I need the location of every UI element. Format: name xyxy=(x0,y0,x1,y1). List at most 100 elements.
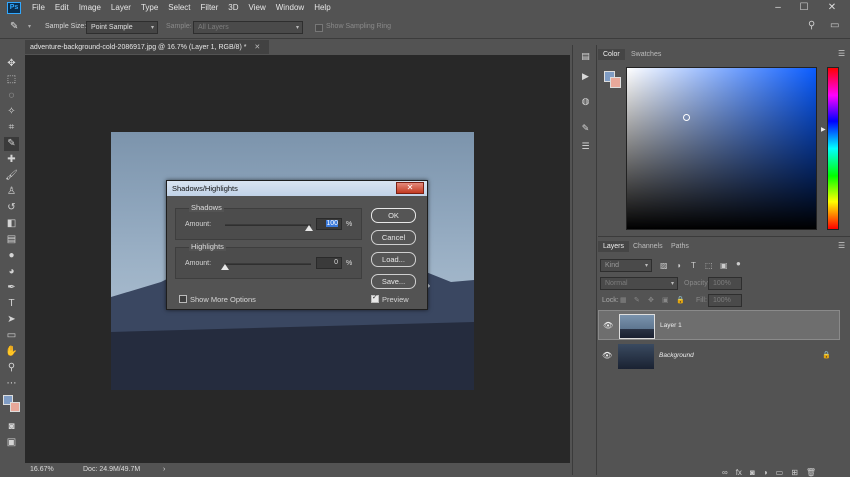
gradient-tool-icon[interactable]: ▤ xyxy=(4,233,19,247)
menu-file[interactable]: File xyxy=(27,0,50,16)
clone-stamp-tool-icon[interactable]: ♙ xyxy=(4,185,19,199)
color-picker-cursor[interactable] xyxy=(683,114,690,121)
close-dialog-button[interactable]: ✕ xyxy=(396,182,424,194)
tab-swatches[interactable]: Swatches xyxy=(626,49,666,60)
visibility-eye-icon[interactable]: 👁 xyxy=(603,321,613,330)
brush-settings-icon[interactable]: ✎ xyxy=(579,122,592,134)
menu-edit[interactable]: Edit xyxy=(50,0,74,16)
sample-size-select[interactable]: Point Sample ▾ xyxy=(86,21,158,34)
history-panel-icon[interactable]: ▤ xyxy=(579,50,592,62)
hue-slider-handle[interactable]: ▶ xyxy=(821,126,826,133)
layer-style-icon[interactable]: fx xyxy=(736,468,742,477)
dodge-tool-icon[interactable]: ◕ xyxy=(4,265,19,279)
filter-kind-select[interactable]: Kind ▾ xyxy=(600,259,652,272)
new-group-icon[interactable]: ▭ xyxy=(776,468,784,477)
tab-color[interactable]: Color xyxy=(598,49,625,60)
opacity-input[interactable]: 100% xyxy=(708,277,742,290)
adjustment-layer-icon[interactable]: ◑ xyxy=(763,468,768,477)
fill-input[interactable]: 100% xyxy=(708,294,742,307)
history-brush-tool-icon[interactable]: ↺ xyxy=(4,201,19,215)
ok-button[interactable]: OK xyxy=(371,208,416,223)
tool-preset-chevron-icon[interactable]: ▾ xyxy=(28,23,31,30)
panel-menu-icon[interactable]: ☰ xyxy=(838,49,845,58)
lock-all-icon[interactable]: 🔒 xyxy=(676,296,685,304)
lock-position-icon[interactable]: ✥ xyxy=(648,296,654,304)
menu-window[interactable]: Window xyxy=(271,0,309,16)
cancel-button[interactable]: Cancel xyxy=(371,230,416,245)
status-menu-chevron-icon[interactable]: › xyxy=(163,466,165,473)
menu-select[interactable]: Select xyxy=(163,0,195,16)
dialog-title-bar[interactable]: Shadows/Highlights xyxy=(167,181,427,196)
lock-image-icon[interactable]: ✎ xyxy=(634,296,640,304)
blur-tool-icon[interactable]: ● xyxy=(4,249,19,263)
pen-tool-icon[interactable]: ✒ xyxy=(4,281,19,295)
quick-select-tool-icon[interactable]: ✧ xyxy=(4,105,19,119)
preview-checkbox[interactable] xyxy=(371,293,379,303)
screen-mode-icon[interactable]: ▣ xyxy=(4,436,19,450)
properties-panel-icon[interactable]: ☰ xyxy=(579,140,592,152)
brush-tool-icon[interactable]: 🖌 xyxy=(4,169,19,183)
delete-layer-icon[interactable]: 🗑 xyxy=(806,468,816,477)
panel-menu-icon[interactable]: ☰ xyxy=(838,241,845,250)
zoom-tool-icon[interactable]: ⚲ xyxy=(4,361,19,375)
workspace-icon[interactable]: ▭ xyxy=(830,20,839,31)
load-button[interactable]: Load... xyxy=(371,252,416,267)
filter-smart-object-icon[interactable]: ▣ xyxy=(720,261,728,270)
filter-toggle-icon[interactable]: ● xyxy=(736,259,741,268)
tab-channels[interactable]: Channels xyxy=(628,241,668,252)
color-picker-field[interactable] xyxy=(626,67,817,230)
adjustments-panel-icon[interactable]: ◍ xyxy=(579,95,592,107)
lock-transparent-icon[interactable]: ▦ xyxy=(620,296,627,304)
menu-layer[interactable]: Layer xyxy=(106,0,136,16)
hand-tool-icon[interactable]: ✋ xyxy=(4,345,19,359)
search-icon[interactable]: ⚲ xyxy=(808,20,815,31)
menu-filter[interactable]: Filter xyxy=(196,0,224,16)
maximize-icon[interactable]: ☐ xyxy=(792,0,816,16)
visibility-eye-icon[interactable]: 👁 xyxy=(602,351,612,360)
layer-row[interactable]: 👁 Layer 1 xyxy=(598,310,840,340)
more-tools-icon[interactable]: ⋯ xyxy=(4,377,19,391)
document-tab[interactable]: adventure-background-cold-2086917.jpg @ … xyxy=(25,40,269,54)
background-color-swatch[interactable] xyxy=(10,402,20,412)
menu-type[interactable]: Type xyxy=(136,0,163,16)
lock-artboard-icon[interactable]: ▣ xyxy=(662,296,669,304)
move-tool-icon[interactable]: ✥ xyxy=(4,57,19,71)
filter-adjustment-icon[interactable]: ◑ xyxy=(676,261,681,270)
blend-mode-select[interactable]: Normal ▾ xyxy=(600,277,678,290)
crop-tool-icon[interactable]: ⌗ xyxy=(4,121,19,135)
minimize-icon[interactable]: – xyxy=(766,0,790,16)
new-layer-icon[interactable]: ⊞ xyxy=(791,468,798,477)
menu-view[interactable]: View xyxy=(244,0,271,16)
tab-paths[interactable]: Paths xyxy=(666,241,694,252)
filter-shape-icon[interactable]: ⬚ xyxy=(705,261,713,270)
shadows-amount-slider[interactable] xyxy=(305,225,313,231)
highlights-amount-slider[interactable] xyxy=(221,264,229,270)
highlights-amount-input[interactable]: 0 xyxy=(316,257,342,269)
menu-image[interactable]: Image xyxy=(74,0,106,16)
marquee-tool-icon[interactable]: ⬚ xyxy=(4,73,19,87)
filter-type-icon[interactable]: T xyxy=(691,261,696,270)
sample-select[interactable]: All Layers ▾ xyxy=(193,21,303,34)
zoom-level[interactable]: 16.67% xyxy=(30,466,54,473)
shadows-amount-input[interactable]: 100 xyxy=(316,218,342,230)
menu-help[interactable]: Help xyxy=(309,0,335,16)
link-layers-icon[interactable]: ∞ xyxy=(722,468,728,477)
close-window-icon[interactable]: ✕ xyxy=(820,0,844,16)
eyedropper-tool-icon[interactable]: ✎ xyxy=(4,137,19,151)
menu-3d[interactable]: 3D xyxy=(223,0,243,16)
type-tool-icon[interactable]: T xyxy=(4,297,19,311)
eyedropper-tool-icon[interactable]: ✎ xyxy=(10,21,18,32)
close-tab-icon[interactable]: ✕ xyxy=(254,44,260,51)
show-more-options-checkbox[interactable] xyxy=(179,295,187,303)
eraser-tool-icon[interactable]: ◧ xyxy=(4,217,19,231)
shadows-amount-track[interactable] xyxy=(225,224,311,226)
hue-slider[interactable] xyxy=(827,67,839,230)
save-button[interactable]: Save... xyxy=(371,274,416,289)
quick-mask-icon[interactable]: ◙ xyxy=(4,420,19,434)
actions-panel-icon[interactable]: ▶ xyxy=(579,70,592,82)
rectangle-tool-icon[interactable]: ▭ xyxy=(4,329,19,343)
filter-pixel-icon[interactable]: ▨ xyxy=(660,261,668,270)
healing-brush-tool-icon[interactable]: ✚ xyxy=(4,153,19,167)
show-sampling-ring-checkbox[interactable] xyxy=(315,24,323,32)
background-color-swatch[interactable] xyxy=(610,77,621,88)
